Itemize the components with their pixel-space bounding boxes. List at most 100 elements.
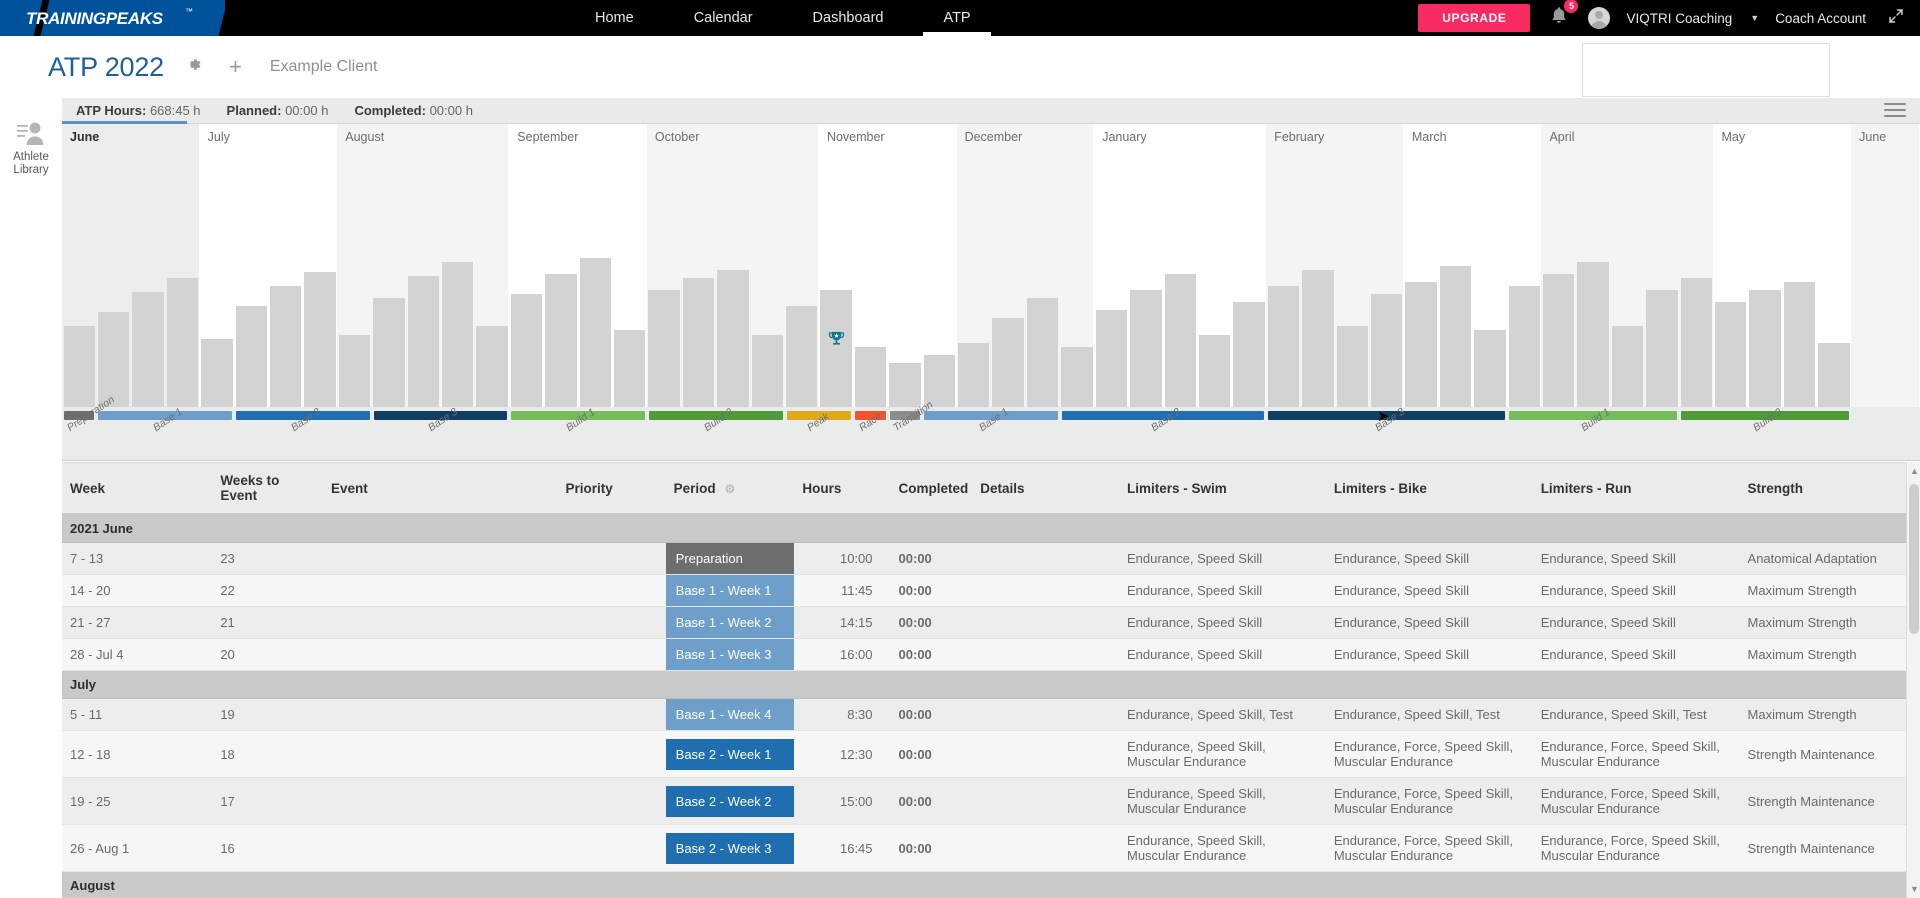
chart-week-bar[interactable] <box>1130 290 1162 407</box>
cell-strength[interactable]: Strength Maintenance <box>1739 777 1920 825</box>
account-name[interactable]: VIQTRI Coaching <box>1626 11 1732 26</box>
chart-week-bar[interactable] <box>958 343 990 407</box>
chart-week-bar[interactable] <box>269 286 302 407</box>
cell-priority[interactable] <box>557 574 666 607</box>
cell-limiters-bike[interactable]: Endurance, Force, Speed Skill, Muscular … <box>1325 824 1533 872</box>
sidebar-item-athlete-library[interactable]: Athlete Library <box>0 98 62 177</box>
cell-limiters-swim[interactable]: Endurance, Speed Skill <box>1119 638 1326 671</box>
cell-details[interactable] <box>972 638 1119 671</box>
cell-period[interactable]: Base 2 - Week 3 <box>665 824 795 872</box>
chart-week-bar[interactable] <box>889 363 921 407</box>
chart-week-bar[interactable] <box>1198 335 1231 407</box>
cell-limiters-run[interactable]: Endurance, Force, Speed Skill, Muscular … <box>1532 824 1740 872</box>
cell-period[interactable]: Base 1 - Week 1 <box>665 574 795 607</box>
cell-details[interactable] <box>972 606 1119 639</box>
period-chip[interactable]: Base 2 - Week 1 <box>665 738 795 770</box>
column-header-hours[interactable]: Hours <box>794 462 891 515</box>
table-row[interactable]: 21 - 27 21 Base 1 - Week 2 14:15 00:00 Endura… <box>62 606 1920 639</box>
expand-icon[interactable] <box>1882 8 1904 28</box>
chart-week-bar[interactable] <box>476 326 508 407</box>
column-header-details[interactable]: Details <box>972 462 1119 515</box>
gear-icon[interactable] <box>184 55 203 79</box>
cell-limiters-run[interactable]: Endurance, Force, Speed Skill, Muscular … <box>1532 777 1740 825</box>
table-row[interactable]: 14 - 20 22 Base 1 - Week 1 11:45 00:00 Endura… <box>62 574 1920 607</box>
cell-event[interactable] <box>322 777 558 825</box>
chart-week-bar[interactable] <box>441 262 474 407</box>
cell-limiters-swim[interactable]: Endurance, Speed Skill <box>1119 574 1326 607</box>
chart-week-bar[interactable] <box>1336 326 1368 407</box>
column-header-limiters-swim[interactable]: Limiters - Swim <box>1119 462 1326 515</box>
cell-priority[interactable] <box>557 824 666 872</box>
column-header-limiters-run[interactable]: Limiters - Run <box>1532 462 1740 515</box>
cell-limiters-bike[interactable]: Endurance, Force, Speed Skill, Muscular … <box>1325 777 1533 825</box>
cell-hours[interactable]: 16:00 <box>794 638 891 671</box>
cell-limiters-swim[interactable]: Endurance, Speed Skill, Muscular Enduran… <box>1119 730 1326 778</box>
chart-week-bar[interactable] <box>1508 286 1540 407</box>
chart-week-bar[interactable] <box>235 306 267 407</box>
cell-event[interactable] <box>322 638 558 671</box>
chart-week-bar[interactable] <box>1370 294 1403 407</box>
cell-priority[interactable] <box>557 542 666 575</box>
table-row[interactable]: 28 - Jul 4 20 Base 1 - Week 3 16:00 00:00 End… <box>62 638 1920 671</box>
cell-limiters-run[interactable]: Endurance, Speed Skill <box>1532 606 1740 639</box>
cell-limiters-bike[interactable]: Endurance, Speed Skill <box>1325 606 1533 639</box>
cell-strength[interactable]: Anatomical Adaptation <box>1739 542 1920 575</box>
cell-event[interactable] <box>322 606 558 639</box>
cell-details[interactable] <box>972 574 1119 607</box>
avatar[interactable] <box>1588 7 1611 29</box>
scroll-down-arrow-icon[interactable]: ▼ <box>1910 884 1919 894</box>
cell-strength[interactable]: Maximum Strength <box>1739 638 1920 671</box>
cell-period[interactable]: Base 2 - Week 1 <box>665 730 795 778</box>
trophy-icon[interactable] <box>827 330 846 349</box>
table-row[interactable]: 19 - 25 17 Base 2 - Week 2 15:00 00:00 Endura… <box>62 777 1920 825</box>
chart-week-bar[interactable] <box>579 258 611 407</box>
cell-event[interactable] <box>322 730 558 778</box>
period-chip[interactable]: Base 2 - Week 2 <box>665 785 795 817</box>
cell-strength[interactable]: Maximum Strength <box>1739 606 1920 639</box>
upgrade-button[interactable]: UPGRADE <box>1418 4 1531 32</box>
cell-limiters-bike[interactable]: Endurance, Speed Skill <box>1325 638 1533 671</box>
cell-limiters-run[interactable]: Endurance, Speed Skill <box>1532 638 1740 671</box>
cell-period[interactable]: Base 1 - Week 4 <box>665 698 795 731</box>
table-row[interactable]: 12 - 18 18 Base 2 - Week 1 12:30 00:00 Endura… <box>62 730 1920 778</box>
chart-week-bar[interactable] <box>1611 326 1644 407</box>
chart-week-bar[interactable] <box>648 290 680 407</box>
hamburger-menu-icon[interactable] <box>1884 103 1906 119</box>
chart-week-bar[interactable] <box>1026 298 1059 407</box>
cell-period[interactable]: Base 1 - Week 3 <box>665 638 795 671</box>
column-header-weeks-to-event[interactable]: Weeks to Event <box>212 462 323 515</box>
chart-week-bar[interactable] <box>751 335 784 407</box>
table-row[interactable]: 26 - Aug 1 16 Base 2 - Week 3 16:45 00:00 End… <box>62 824 1920 872</box>
chart-week-bar[interactable] <box>1233 302 1265 407</box>
cell-limiters-bike[interactable]: Endurance, Force, Speed Skill, Muscular … <box>1325 730 1533 778</box>
column-header-limiters-bike[interactable]: Limiters - Bike <box>1325 462 1533 515</box>
period-chip[interactable]: Preparation <box>665 543 795 574</box>
nav-item-atp[interactable]: ATP <box>913 0 1000 36</box>
cell-priority[interactable] <box>557 606 666 639</box>
cell-strength[interactable]: Strength Maintenance <box>1739 730 1920 778</box>
table-row[interactable]: 5 - 11 19 Base 1 - Week 4 8:30 00:00 Enduranc… <box>62 698 1920 731</box>
cell-priority[interactable] <box>557 777 666 825</box>
cell-limiters-swim[interactable]: Endurance, Speed Skill, Test <box>1119 698 1326 731</box>
chart-week-bar[interactable] <box>854 347 887 407</box>
chart-week-bar[interactable] <box>717 270 749 407</box>
chart-week-bar[interactable] <box>1439 266 1472 407</box>
chart-week-bar[interactable] <box>1474 330 1506 407</box>
period-chip[interactable]: Base 1 - Week 1 <box>665 575 795 606</box>
chart-week-bar[interactable] <box>1405 282 1437 407</box>
cell-period[interactable]: Base 1 - Week 2 <box>665 606 795 639</box>
chart-week-bar[interactable] <box>166 278 199 407</box>
cell-limiters-bike[interactable]: Endurance, Speed Skill <box>1325 574 1533 607</box>
cell-event[interactable] <box>322 824 558 872</box>
cell-limiters-bike[interactable]: Endurance, Speed Skill <box>1325 542 1533 575</box>
chart-week-bar[interactable] <box>63 326 95 407</box>
cell-limiters-swim[interactable]: Endurance, Speed Skill, Muscular Enduran… <box>1119 777 1326 825</box>
chart-week-bar[interactable] <box>1267 286 1300 407</box>
chart-week-bar[interactable] <box>545 274 577 407</box>
cell-hours[interactable]: 14:15 <box>794 606 891 639</box>
cell-limiters-run[interactable]: Endurance, Speed Skill, Test <box>1532 698 1740 731</box>
chart-week-bar[interactable] <box>786 306 818 407</box>
column-header-priority[interactable]: Priority <box>557 462 666 515</box>
notifications-bell[interactable]: 5 <box>1546 0 1579 30</box>
cell-period[interactable]: Preparation <box>665 542 795 575</box>
